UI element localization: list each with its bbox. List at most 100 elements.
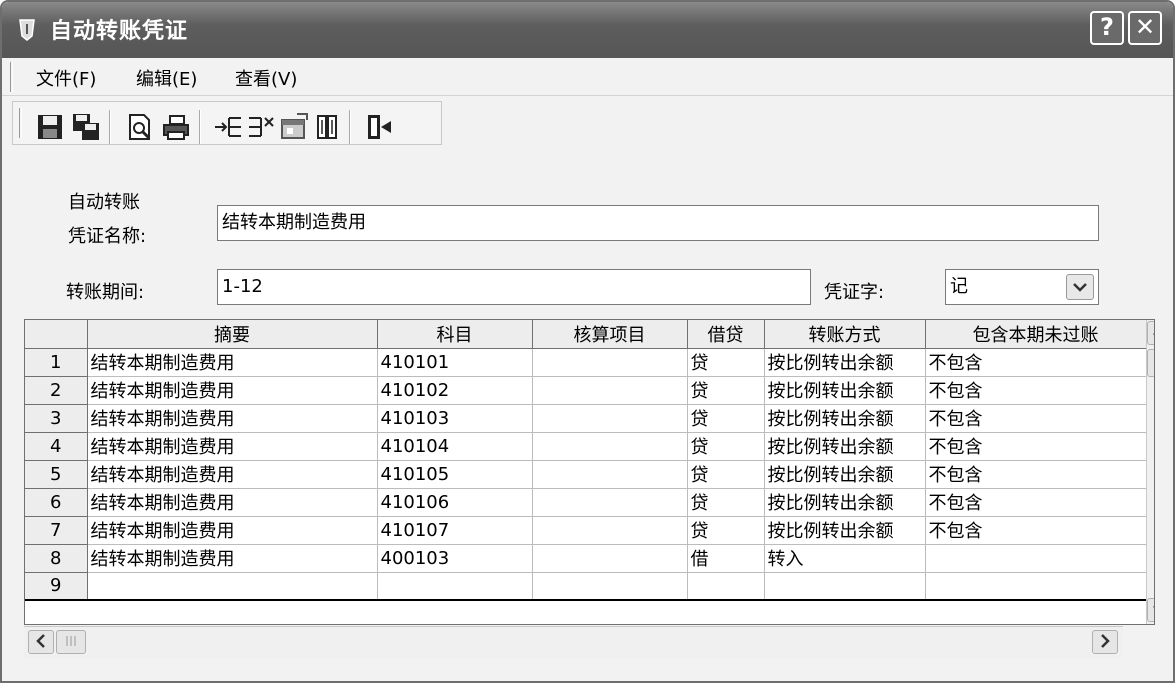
cell-accounting-item[interactable] — [532, 376, 688, 405]
horizontal-scroll-thumb[interactable] — [56, 630, 86, 654]
cell-include-unposted[interactable]: 不包含 — [925, 488, 1147, 517]
table-row[interactable]: 4 结转本期制造费用 410104 贷按比例转出余额 不包含 — [25, 432, 1147, 461]
row-number[interactable]: 1 — [25, 348, 88, 377]
cell-include-unposted[interactable] — [925, 544, 1147, 573]
header-include-unposted[interactable]: 包含本期未过账 — [925, 320, 1147, 349]
cell-account[interactable]: 410105 — [377, 460, 533, 489]
table-row[interactable]: 6 结转本期制造费用 410106 贷按比例转出余额 不包含 — [25, 488, 1147, 517]
header-transfer-method[interactable]: 转账方式 — [764, 320, 926, 349]
print-preview-icon[interactable] — [125, 112, 155, 142]
properties-icon[interactable] — [279, 112, 309, 142]
cell-accounting-item[interactable] — [532, 516, 688, 545]
save-all-icon[interactable] — [71, 112, 101, 142]
cell-transfer-method[interactable]: 按比例转出余额 — [764, 488, 926, 517]
row-number[interactable]: 6 — [25, 488, 88, 517]
cell-include-unposted[interactable] — [925, 572, 1147, 601]
row-number[interactable]: 3 — [25, 404, 88, 433]
cell-debit-credit[interactable]: 贷 — [687, 404, 765, 433]
menu-edit[interactable]: 编辑(E) — [136, 65, 197, 91]
cell-debit-credit[interactable]: 贷 — [687, 516, 765, 545]
table-row[interactable]: 7 结转本期制造费用 410107 贷按比例转出余额 不包含 — [25, 516, 1147, 545]
cell-account[interactable] — [377, 572, 533, 601]
cell-accounting-item[interactable] — [532, 572, 688, 601]
help-button[interactable]: ? — [1090, 11, 1124, 45]
cell-include-unposted[interactable]: 不包含 — [925, 460, 1147, 489]
menu-grip[interactable] — [10, 62, 13, 92]
cell-account[interactable]: 410107 — [377, 516, 533, 545]
row-number[interactable]: 4 — [25, 432, 88, 461]
menu-view[interactable]: 查看(V) — [235, 65, 297, 91]
row-number[interactable]: 2 — [25, 376, 88, 405]
cell-summary[interactable]: 结转本期制造费用 — [87, 460, 378, 489]
save-icon[interactable] — [35, 112, 65, 142]
delete-row-icon[interactable] — [247, 112, 277, 142]
cell-debit-credit[interactable] — [687, 572, 765, 601]
cell-transfer-method[interactable]: 按比例转出余额 — [764, 516, 926, 545]
scroll-down-button[interactable] — [1147, 598, 1154, 622]
exit-icon[interactable] — [363, 112, 393, 142]
table-row[interactable]: 9 — [25, 572, 1147, 601]
scroll-right-button[interactable] — [1092, 630, 1118, 654]
cell-include-unposted[interactable]: 不包含 — [925, 516, 1147, 545]
cell-debit-credit[interactable]: 贷 — [687, 348, 765, 377]
cell-summary[interactable]: 结转本期制造费用 — [87, 516, 378, 545]
cell-include-unposted[interactable]: 不包含 — [925, 348, 1147, 377]
table-row[interactable]: 8 结转本期制造费用 400103 借转入 — [25, 544, 1147, 573]
cell-include-unposted[interactable]: 不包含 — [925, 404, 1147, 433]
cell-summary[interactable]: 结转本期制造费用 — [87, 404, 378, 433]
cell-transfer-method[interactable]: 按比例转出余额 — [764, 348, 926, 377]
cell-transfer-method[interactable]: 按比例转出余额 — [764, 376, 926, 405]
cell-account[interactable]: 410102 — [377, 376, 533, 405]
cell-transfer-method[interactable]: 按比例转出余额 — [764, 432, 926, 461]
scroll-thumb[interactable] — [1147, 349, 1154, 377]
cell-transfer-method[interactable]: 按比例转出余额 — [764, 404, 926, 433]
row-number[interactable]: 8 — [25, 544, 88, 573]
cell-accounting-item[interactable] — [532, 348, 688, 377]
voucher-word-select[interactable]: 记 — [945, 269, 1099, 305]
cell-account[interactable]: 410101 — [377, 348, 533, 377]
header-summary[interactable]: 摘要 — [87, 320, 378, 349]
title-bar[interactable]: 自动转账凭证 ? ✕ — [2, 2, 1173, 58]
header-account[interactable]: 科目 — [377, 320, 533, 349]
cell-debit-credit[interactable]: 贷 — [687, 376, 765, 405]
close-button[interactable]: ✕ — [1128, 11, 1162, 45]
cell-debit-credit[interactable]: 贷 — [687, 460, 765, 489]
transfer-period-field[interactable]: 1-12 — [217, 269, 811, 305]
cell-account[interactable]: 400103 — [377, 544, 533, 573]
insert-row-icon[interactable] — [213, 112, 243, 142]
cell-include-unposted[interactable]: 不包含 — [925, 376, 1147, 405]
cell-accounting-item[interactable] — [532, 544, 688, 573]
table-row[interactable]: 5 结转本期制造费用 410105 贷按比例转出余额 不包含 — [25, 460, 1147, 489]
cell-transfer-method[interactable] — [764, 572, 926, 601]
row-number[interactable]: 9 — [25, 572, 88, 601]
columns-icon[interactable] — [313, 112, 343, 142]
header-accounting-item[interactable]: 核算项目 — [532, 320, 688, 349]
table-row[interactable]: 1 结转本期制造费用 410101 贷按比例转出余额 不包含 — [25, 348, 1147, 377]
cell-debit-credit[interactable]: 借 — [687, 544, 765, 573]
cell-summary[interactable]: 结转本期制造费用 — [87, 348, 378, 377]
cell-summary[interactable]: 结转本期制造费用 — [87, 488, 378, 517]
cell-summary[interactable]: 结转本期制造费用 — [87, 544, 378, 573]
cell-accounting-item[interactable] — [532, 488, 688, 517]
cell-summary[interactable] — [87, 572, 378, 601]
scroll-up-button[interactable] — [1147, 321, 1154, 345]
header-debit-credit[interactable]: 借贷 — [687, 320, 765, 349]
cell-account[interactable]: 410106 — [377, 488, 533, 517]
cell-debit-credit[interactable]: 贷 — [687, 488, 765, 517]
horizontal-scrollbar[interactable] — [24, 626, 1123, 658]
vertical-scrollbar[interactable] — [1146, 320, 1154, 624]
cell-transfer-method[interactable]: 按比例转出余额 — [764, 460, 926, 489]
table-row[interactable]: 2 结转本期制造费用 410102 贷按比例转出余额 不包含 — [25, 376, 1147, 405]
cell-include-unposted[interactable]: 不包含 — [925, 432, 1147, 461]
row-number[interactable]: 5 — [25, 460, 88, 489]
cell-debit-credit[interactable]: 贷 — [687, 432, 765, 461]
dropdown-arrow-button[interactable] — [1066, 274, 1094, 300]
scroll-left-button[interactable] — [28, 630, 54, 654]
row-number[interactable]: 7 — [25, 516, 88, 545]
toolbar-grip[interactable] — [19, 108, 22, 138]
voucher-name-field[interactable]: 结转本期制造费用 — [217, 205, 1099, 241]
header-corner[interactable] — [25, 320, 88, 349]
cell-summary[interactable]: 结转本期制造费用 — [87, 432, 378, 461]
cell-accounting-item[interactable] — [532, 432, 688, 461]
menu-file[interactable]: 文件(F) — [36, 65, 96, 91]
